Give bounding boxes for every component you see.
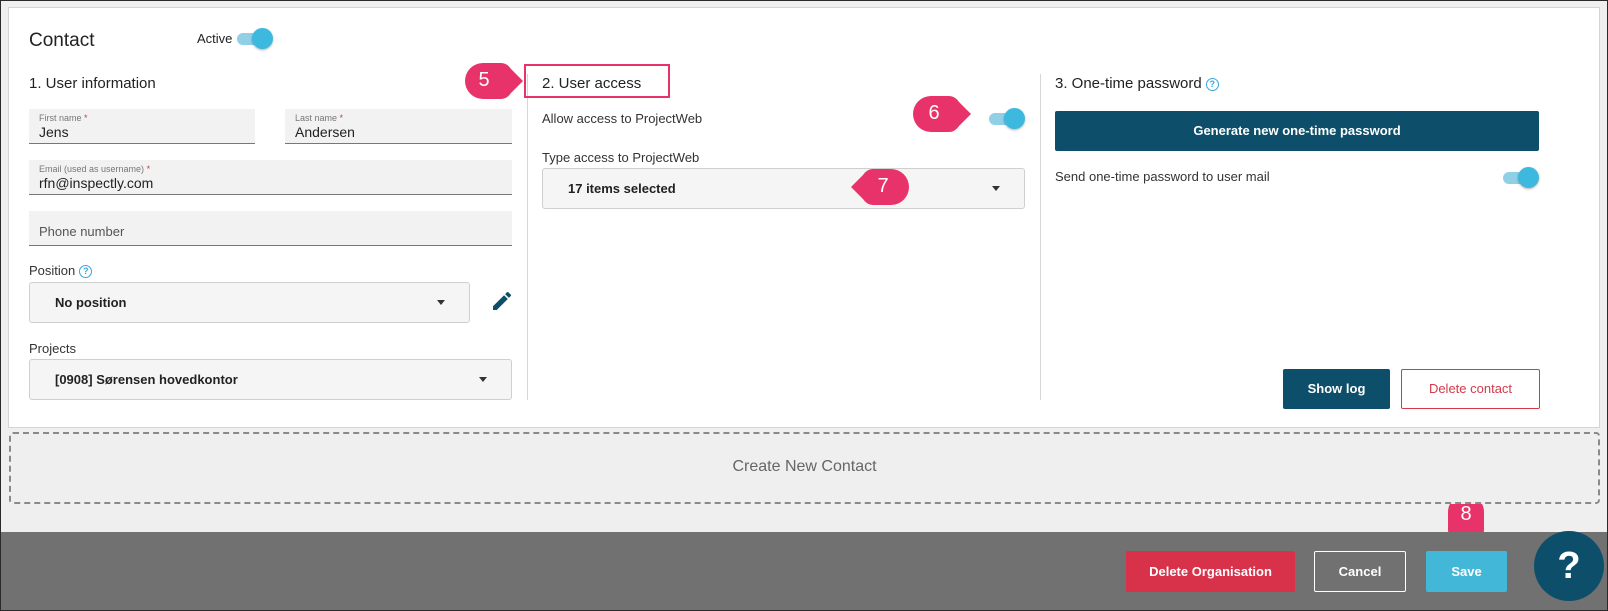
save-button[interactable]: Save xyxy=(1426,551,1507,592)
footer-bar: Delete Organisation Cancel Save xyxy=(1,532,1607,610)
type-access-label: Type access to ProjectWeb xyxy=(542,150,700,165)
delete-contact-button[interactable]: Delete contact xyxy=(1401,369,1540,409)
callout-marker-7: 7 xyxy=(847,167,911,207)
position-select[interactable]: No position xyxy=(29,282,470,323)
caret-down-icon xyxy=(479,377,487,382)
send-otp-label: Send one-time password to user mail xyxy=(1055,169,1270,184)
otp-heading: 3. One-time password? xyxy=(1055,75,1219,92)
required-mark: * xyxy=(339,113,344,123)
callout-marker-6: 6 xyxy=(911,94,971,134)
help-icon[interactable]: ? xyxy=(79,265,93,279)
highlight-box xyxy=(524,64,670,98)
edit-pencil-icon[interactable] xyxy=(490,289,514,313)
projects-select[interactable]: [0908] Sørensen hovedkontor xyxy=(29,359,512,400)
help-icon[interactable]: ? xyxy=(1205,77,1219,91)
caret-down-icon xyxy=(437,300,445,305)
phone-placeholder: Phone number xyxy=(39,224,125,239)
required-mark: * xyxy=(146,164,151,174)
user-info-heading: 1. User information xyxy=(29,75,156,92)
page-title: Contact xyxy=(29,30,95,51)
last-name-value: Andersen xyxy=(295,124,355,140)
cancel-button[interactable]: Cancel xyxy=(1314,551,1406,592)
generate-otp-button[interactable]: Generate new one-time password xyxy=(1055,111,1539,151)
type-access-select[interactable]: 17 items selected xyxy=(542,168,1025,209)
callout-marker-5: 5 xyxy=(463,61,523,101)
type-access-value: 17 items selected xyxy=(568,181,676,196)
last-name-label: Last name xyxy=(295,113,338,123)
allow-access-label: Allow access to ProjectWeb xyxy=(542,111,703,126)
divider xyxy=(527,74,528,400)
position-label: Position? xyxy=(29,263,93,279)
allow-access-toggle[interactable] xyxy=(989,107,1025,129)
create-new-contact-button[interactable]: Create New Contact xyxy=(9,432,1600,504)
email-value: rfn@inspectly.com xyxy=(39,175,154,191)
caret-down-icon xyxy=(992,186,1000,191)
help-fab-icon[interactable]: ? xyxy=(1534,531,1604,601)
app-frame: Contact Active 1. User information First… xyxy=(0,0,1608,611)
first-name-field[interactable]: First name * Jens xyxy=(29,109,255,144)
show-log-button[interactable]: Show log xyxy=(1283,369,1390,409)
active-toggle[interactable] xyxy=(237,27,273,49)
first-name-label: First name xyxy=(39,113,82,123)
email-label: Email (used as username) xyxy=(39,164,145,174)
email-field[interactable]: Email (used as username) * rfn@inspectly… xyxy=(29,160,512,195)
position-value: No position xyxy=(55,295,127,310)
projects-label: Projects xyxy=(29,341,76,356)
divider xyxy=(1040,74,1041,400)
last-name-field[interactable]: Last name * Andersen xyxy=(285,109,512,144)
projects-value: [0908] Sørensen hovedkontor xyxy=(55,372,238,387)
active-label: Active xyxy=(197,31,233,46)
phone-field[interactable]: Phone number xyxy=(29,211,512,246)
delete-organisation-button[interactable]: Delete Organisation xyxy=(1126,551,1295,592)
contact-card: Contact Active 1. User information First… xyxy=(8,7,1600,428)
first-name-value: Jens xyxy=(39,124,69,140)
send-otp-toggle[interactable] xyxy=(1503,166,1539,188)
required-mark: * xyxy=(84,113,88,123)
